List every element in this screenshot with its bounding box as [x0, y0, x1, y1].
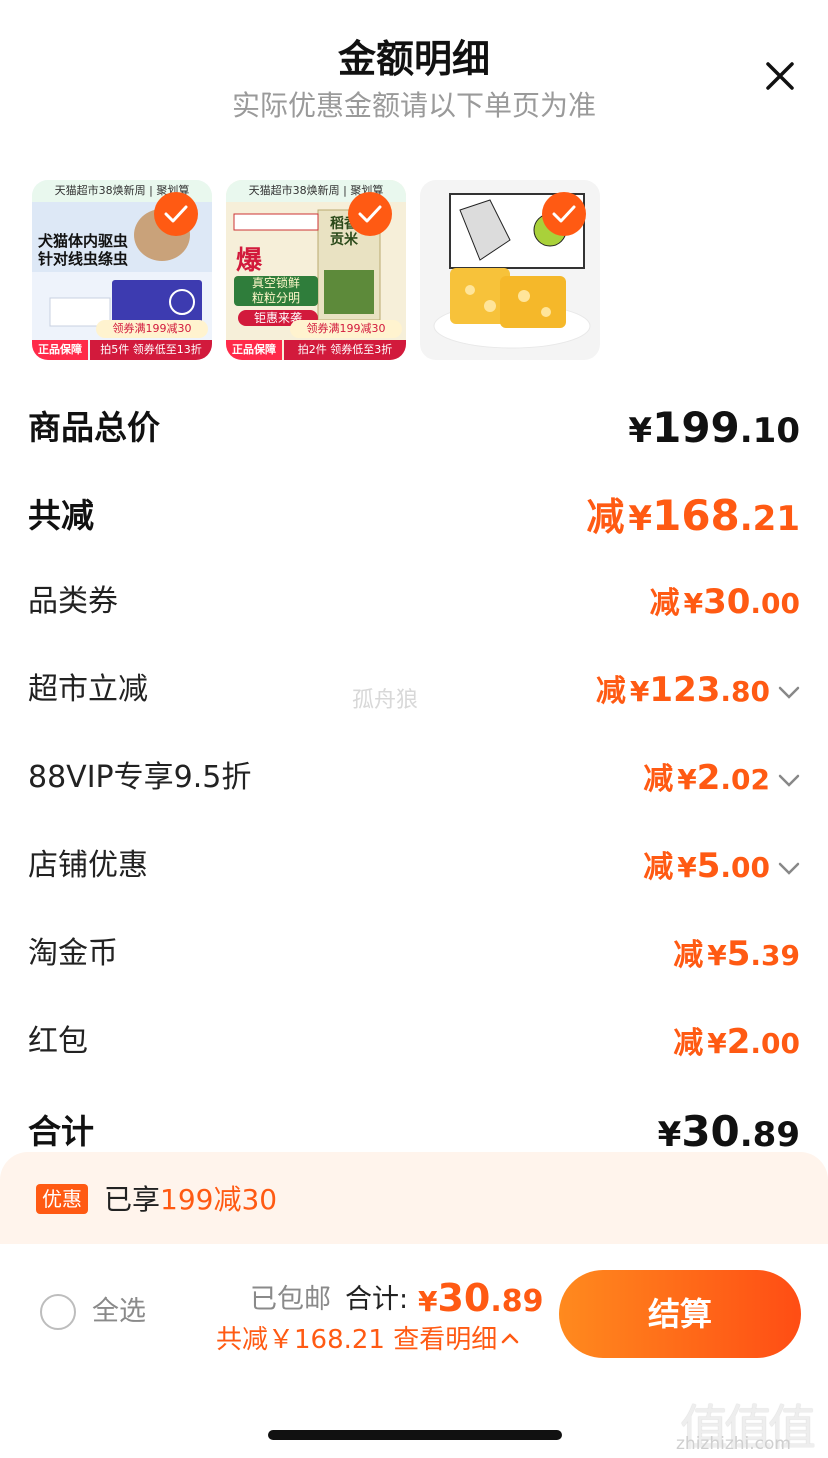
selected-check-icon[interactable]	[542, 192, 586, 236]
product-headline: 针对线虫绦虫	[38, 250, 129, 268]
product-coupon: 领券满199减30	[96, 320, 208, 338]
product-headline: 真空锁鲜	[251, 276, 300, 290]
product-promo: 拍2件 领券低至3折	[284, 340, 406, 360]
selected-check-icon[interactable]	[154, 192, 198, 236]
checkout-button[interactable]: 结算	[559, 1270, 801, 1358]
promo-band: 优惠 已享199减30	[0, 1152, 828, 1244]
discount-value: 减 ¥5.39	[673, 934, 800, 974]
select-all-radio[interactable]	[40, 1294, 76, 1330]
chevron-up-icon	[502, 1332, 519, 1343]
product-headline: 犬猫体内驱虫	[38, 232, 129, 250]
product-coupon: 领券满199减30	[290, 320, 402, 338]
chevron-down-icon[interactable]	[778, 774, 800, 788]
product-badge: 正品保障	[226, 340, 282, 360]
discount-label: 品类券	[28, 584, 118, 619]
discount-row-88vip[interactable]: 88VIP专享9.5折 减 ¥2.02	[28, 748, 800, 808]
subtotal-value: ¥199.10	[628, 403, 800, 452]
product-badge: 正品保障	[32, 340, 88, 360]
shipping-status: 已包邮	[250, 1284, 331, 1315]
image-watermark: 孤舟狼	[352, 688, 419, 713]
discount-row-taojinbi: 淘金币 减 ¥5.39	[28, 924, 800, 984]
discount-label: 超市立减	[28, 672, 148, 707]
chevron-down-icon[interactable]	[778, 862, 800, 876]
total-discount-label: 共减	[28, 496, 94, 535]
subtotal-label: 商品总价	[28, 408, 160, 447]
discount-value: 减 ¥2.00	[673, 1022, 800, 1062]
promo-text: 已享199减30	[104, 1183, 278, 1216]
sheet-subtitle: 实际优惠金额请以下单页为准	[231, 89, 596, 122]
total-discount-row: 共减 减 ¥168.21	[28, 486, 800, 546]
discount-row-category-coupon: 品类券 减 ¥30.00	[28, 572, 800, 632]
product-promo: 拍5件 领券低至13折	[90, 340, 212, 360]
total-discount-value: 减 ¥168.21	[586, 491, 800, 540]
checkout-total-label: 合计:	[345, 1284, 409, 1315]
discount-value: 减 ¥2.02	[643, 748, 800, 814]
amount-detail-sheet: 金额明细 实际优惠金额请以下单页为准 天猫超市38焕新周 | 聚划算 犬猫体内驱…	[0, 0, 828, 1456]
discount-label: 88VIP专享9.5折	[28, 760, 252, 795]
discount-row-red-packet: 红包 减 ¥2.00	[28, 1012, 800, 1072]
promo-tag: 优惠	[36, 1184, 88, 1214]
site-url-watermark: zhizhizhi.com	[676, 1434, 791, 1454]
product-thumb-2[interactable]: 天猫超市38焕新周 | 聚划算 爆 稻香贡米 真空锁鲜 粒粒分明 钜惠来袭 领券…	[226, 180, 406, 360]
subtotal-row: 商品总价 ¥199.10	[28, 398, 800, 458]
product-headline: 粒粒分明	[251, 291, 300, 305]
view-details-link[interactable]: 共减￥168.21 查看明细	[216, 1320, 519, 1360]
close-icon[interactable]	[760, 56, 800, 96]
discount-label: 红包	[28, 1024, 88, 1059]
product-thumb-3[interactable]	[420, 180, 600, 360]
discount-row-store[interactable]: 店铺优惠 减 ¥5.00	[28, 836, 800, 896]
discount-label: 店铺优惠	[28, 848, 148, 883]
sheet-title: 金额明细	[337, 37, 490, 81]
checkout-bar: 全选 已包邮 合计: ¥30.89 共减￥168.21 查看明细 结算 值值值 …	[0, 1244, 828, 1456]
selected-check-icon[interactable]	[348, 192, 392, 236]
chevron-down-icon[interactable]	[778, 686, 800, 700]
product-thumb-1[interactable]: 天猫超市38焕新周 | 聚划算 犬猫体内驱虫 针对线虫绦虫 领券满199减30 …	[32, 180, 212, 360]
discount-value: 减 ¥5.00	[643, 836, 800, 902]
discount-value: 减 ¥123.80	[596, 660, 800, 726]
select-all-label[interactable]: 全选	[92, 1294, 146, 1330]
discount-value: 减 ¥30.00	[649, 582, 800, 622]
home-indicator[interactable]	[268, 1430, 562, 1440]
product-headline: 爆	[236, 246, 263, 276]
discount-label: 淘金币	[28, 936, 118, 971]
